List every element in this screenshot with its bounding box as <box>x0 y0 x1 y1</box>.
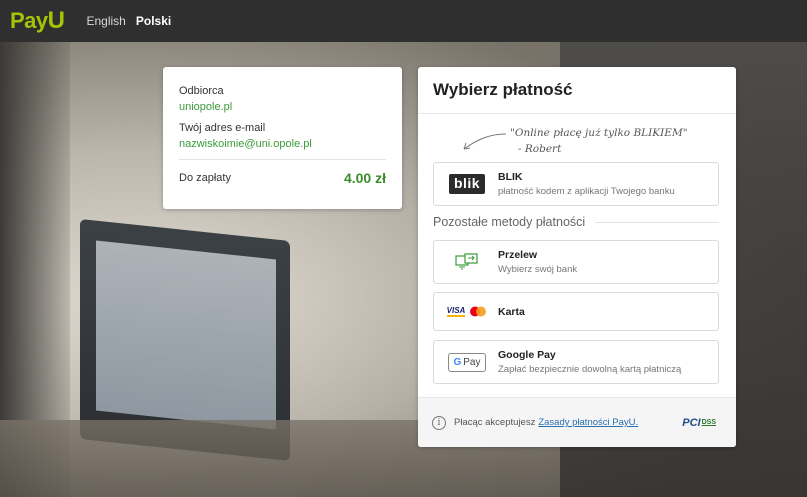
karta-name: Karta <box>498 305 525 318</box>
quote-line-2: - Robert <box>518 143 562 155</box>
blik-logo: blik <box>448 174 486 194</box>
other-methods-heading: Pozostałe metody płatności <box>433 215 719 229</box>
mastercard-logo-icon <box>470 306 487 317</box>
przelew-text: Przelew Wybierz swój bank <box>498 249 577 275</box>
quote-arrow-icon <box>463 133 507 150</box>
payu-logo[interactable]: Pay U <box>10 7 65 35</box>
background-monitor-screen <box>96 240 276 430</box>
dss-text: DSS <box>701 419 716 426</box>
przelew-name: Przelew <box>498 249 538 261</box>
summary-divider <box>179 159 386 160</box>
pci-dss-badge-icon: PCI DSS <box>682 417 716 429</box>
recipient-group: Odbiorca uniopole.pl <box>179 85 386 113</box>
karta-method-button[interactable]: VISA Karta <box>433 292 719 331</box>
blik-text: BLIK płatność kodem z aplikacji Twojego … <box>498 171 675 197</box>
email-value[interactable]: nazwiskoimie@uni.opole.pl <box>179 138 386 150</box>
karta-text: Karta <box>498 306 525 318</box>
language-polski-link[interactable]: Polski <box>136 14 171 28</box>
google-pay-name: Google Pay <box>498 349 556 361</box>
email-group: Twój adres e-mail nazwiskoimie@uni.opole… <box>179 122 386 150</box>
quote-line-1: "Online płacę już tylko BLIKIEM" <box>510 127 688 139</box>
payment-header-divider <box>418 113 736 114</box>
terms-text: Płacąc akceptujesz <box>454 417 536 428</box>
przelew-description: Wybierz swój bank <box>498 264 578 275</box>
przelew-method-button[interactable]: Przelew Wybierz swój bank <box>433 240 719 284</box>
bank-transfer-icon <box>446 253 488 271</box>
google-pay-logo-text: Pay <box>463 356 481 368</box>
visa-logo: VISA <box>446 306 466 317</box>
info-icon: i <box>432 415 446 430</box>
recipient-label: Odbiorca <box>179 85 224 97</box>
logo-text: Pay <box>10 8 48 33</box>
blik-icon: blik <box>446 174 488 194</box>
recipient-value: uniopole.pl <box>179 101 233 113</box>
amount-label: Do zapłaty <box>179 172 231 184</box>
payment-title: Wybierz płatność <box>433 80 573 99</box>
google-pay-method-button[interactable]: G Pay Google Pay Zapłać bezpiecznie dowo… <box>433 340 719 384</box>
blik-method-button[interactable]: blik BLIK płatność kodem z aplikacji Two… <box>433 162 719 206</box>
amount-row: Do zapłaty 4.00 zł <box>179 170 386 186</box>
language-english-link[interactable]: English <box>87 14 126 28</box>
google-pay-description: Zapłać bezpiecznie dowolną kartą płatnic… <box>498 364 682 375</box>
google-g-glyph: G <box>453 356 462 368</box>
top-bar: Pay U English Polski <box>0 0 807 42</box>
google-pay-logo: G Pay <box>448 352 486 372</box>
payment-card: Wybierz płatność "Online płacę już tylko… <box>418 67 736 447</box>
blik-description: płatność kodem z aplikacji Twojego banku <box>498 186 675 197</box>
blik-name: BLIK <box>498 171 523 183</box>
testimonial-quote: "Online płacę już tylko BLIKIEM" - Rober… <box>510 125 688 157</box>
visa-mastercard-icon: VISA <box>446 306 488 317</box>
pci-text: PCI <box>682 416 701 429</box>
email-label: Twój adres e-mail <box>179 122 266 134</box>
other-methods-label: Pozostałe metody płatności <box>433 215 586 229</box>
google-pay-text: Google Pay Zapłać bezpiecznie dowolną ka… <box>498 349 681 375</box>
amount-value: 4.00 zł <box>343 170 386 186</box>
logo-u: U <box>47 7 65 34</box>
google-pay-icon: G Pay <box>446 352 488 372</box>
terms-link[interactable]: Zasady płatności PayU. <box>538 417 638 428</box>
order-summary-card: Odbiorca uniopole.pl Twój adres e-mail n… <box>163 67 402 209</box>
other-methods-divider <box>595 221 719 223</box>
payment-footer: i Płacąc akceptujesz Zasady płatności Pa… <box>418 397 736 447</box>
